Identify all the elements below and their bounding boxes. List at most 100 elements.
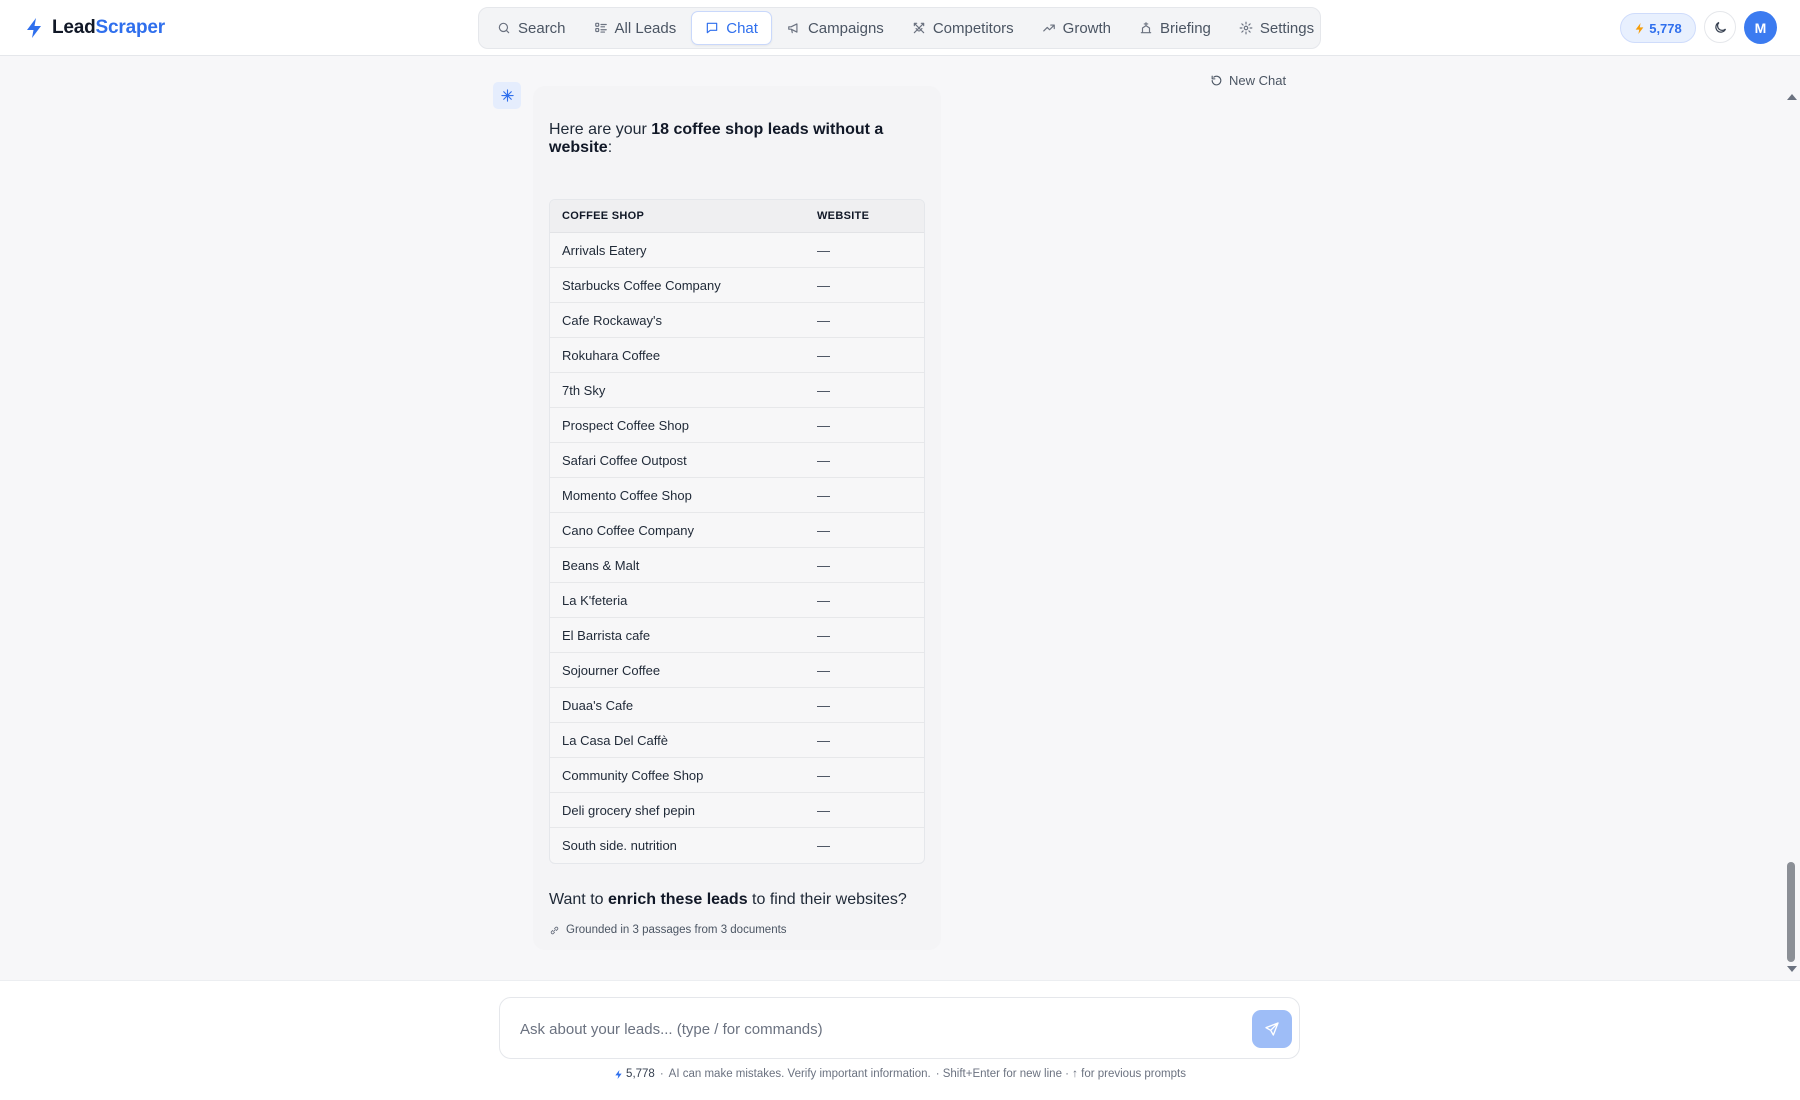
footer-credits-count: 5,778 <box>626 1068 655 1080</box>
footer-separator: · <box>659 1068 664 1080</box>
table-row: Arrivals Eatery — <box>550 233 924 268</box>
cell-name: Starbucks Coffee Company <box>562 277 721 293</box>
cell-name: Cano Coffee Company <box>562 522 695 538</box>
app-logo[interactable]: LeadScraper <box>24 14 165 42</box>
composer-area: 5,778 · AI can make mistakes. Verify imp… <box>0 980 1800 1100</box>
lightning-icon <box>27 18 41 38</box>
nav-all-leads[interactable]: All Leads <box>581 11 690 45</box>
swords-icon <box>913 22 925 34</box>
trending-up-icon <box>1042 24 1055 32</box>
cell-name: South side. nutrition <box>562 838 677 853</box>
outro-bold: enrich these leads <box>607 891 748 908</box>
cell-website: — <box>817 452 830 468</box>
send-icon <box>1265 1022 1279 1036</box>
megaphone-icon <box>788 23 798 34</box>
table-row: South side. nutrition — <box>550 828 924 863</box>
cell-name: La Casa Del Caffè <box>562 732 668 748</box>
grounded-sources[interactable]: Grounded in 3 passages from 3 documents <box>549 924 787 936</box>
chat-area: New Chat Here are your 18 coffee shop le… <box>0 56 1800 980</box>
cell-name: Sojourner Coffee <box>562 662 661 678</box>
cell-name: Arrivals Eatery <box>562 242 647 258</box>
cell-website: — <box>817 242 830 258</box>
nav-label: Chat <box>726 19 758 37</box>
sparkle-icon <box>500 89 514 102</box>
cell-website: — <box>817 662 830 678</box>
chat-input[interactable] <box>520 1018 1200 1040</box>
cell-name: Deli grocery shef pepin <box>562 802 695 818</box>
link-icon <box>550 926 559 934</box>
cell-website: — <box>817 487 830 503</box>
composer <box>499 997 1300 1059</box>
list-icon <box>594 22 607 33</box>
top-header: LeadScraper Search All Leads Chat Campai… <box>0 0 1800 56</box>
moon-icon <box>1714 21 1726 33</box>
user-avatar[interactable]: M <box>1744 11 1777 44</box>
scroll-up-arrow[interactable] <box>1787 94 1797 100</box>
table-row: Starbucks Coffee Company — <box>550 268 924 303</box>
composer-footer: 5,778 · AI can make mistakes. Verify imp… <box>0 1068 1800 1080</box>
cell-website: — <box>817 312 830 328</box>
cell-name: Rokuhara Coffee <box>562 347 661 363</box>
nav-campaigns[interactable]: Campaigns <box>774 11 897 45</box>
grounded-text: Grounded in 3 passages from 3 documents <box>566 924 787 936</box>
table-row: Cano Coffee Company — <box>550 513 924 548</box>
table-row: Safari Coffee Outpost — <box>550 443 924 478</box>
cell-website: — <box>817 382 830 398</box>
nav-search[interactable]: Search <box>484 11 579 45</box>
credits-count: 5,778 <box>1649 20 1682 36</box>
table-row: Rokuhara Coffee — <box>550 338 924 373</box>
message-outro: Want to enrich these leads to find their… <box>549 891 907 909</box>
table-row: Sojourner Coffee — <box>550 653 924 688</box>
lightning-icon <box>1635 22 1644 34</box>
column-header-coffee-shop: COFFEE SHOP <box>562 210 645 222</box>
send-button[interactable] <box>1252 1010 1292 1048</box>
cell-name: Prospect Coffee Shop <box>562 417 689 433</box>
nav-label: Competitors <box>932 19 1014 37</box>
nav-growth[interactable]: Growth <box>1029 11 1124 45</box>
nav-label: Settings <box>1259 19 1315 37</box>
brand-lead: Lead <box>52 17 96 38</box>
cell-name: Community Coffee Shop <box>562 767 704 783</box>
scroll-down-arrow[interactable] <box>1787 966 1797 972</box>
cell-website: — <box>817 767 830 783</box>
lightning-icon <box>615 1069 622 1079</box>
nav-briefing[interactable]: Briefing <box>1126 11 1224 45</box>
nav-settings[interactable]: Settings <box>1226 11 1327 45</box>
table-row: 7th Sky — <box>550 373 924 408</box>
theme-toggle-button[interactable] <box>1704 11 1736 43</box>
credits-badge[interactable]: 5,778 <box>1620 13 1696 43</box>
nav-label: Campaigns <box>807 19 884 37</box>
chat-icon <box>707 22 718 34</box>
table-row: Duaa's Cafe — <box>550 688 924 723</box>
table-row: Community Coffee Shop — <box>550 758 924 793</box>
table-row: El Barrista cafe — <box>550 618 924 653</box>
table-row: Prospect Coffee Shop — <box>550 408 924 443</box>
nav-chat[interactable]: Chat <box>691 11 772 45</box>
cell-name: El Barrista cafe <box>562 627 651 643</box>
cell-website: — <box>817 697 830 713</box>
nav-label: Search <box>518 19 566 37</box>
cell-website: — <box>817 838 830 853</box>
cell-website: — <box>817 417 830 433</box>
chat-scrollbar[interactable] <box>1783 56 1800 980</box>
column-header-website: WEBSITE <box>817 210 870 222</box>
nav-competitors[interactable]: Competitors <box>899 11 1027 45</box>
nav-label: Growth <box>1062 19 1112 37</box>
footer-credits: 5,778 <box>614 1068 655 1080</box>
cell-website: — <box>817 732 830 748</box>
main-nav: Search All Leads Chat Campaigns Competit… <box>478 7 1321 49</box>
table-row: La K'feteria — <box>550 583 924 618</box>
intro-prefix: Here are your <box>549 121 652 138</box>
cell-name: Momento Coffee Shop <box>562 487 692 503</box>
scroll-thumb[interactable] <box>1787 862 1795 962</box>
assistant-message: Here are your 18 coffee shop leads witho… <box>533 86 941 950</box>
table-row: La Casa Del Caffè — <box>550 723 924 758</box>
new-chat-button[interactable]: New Chat <box>1210 70 1286 90</box>
table-row: Momento Coffee Shop — <box>550 478 924 513</box>
cell-website: — <box>817 277 830 293</box>
cell-website: — <box>817 592 830 608</box>
table-header: COFFEE SHOP WEBSITE <box>550 200 924 233</box>
outro-suffix: to find their websites? <box>747 891 907 908</box>
refresh-icon <box>1211 75 1222 85</box>
cell-website: — <box>817 802 830 818</box>
